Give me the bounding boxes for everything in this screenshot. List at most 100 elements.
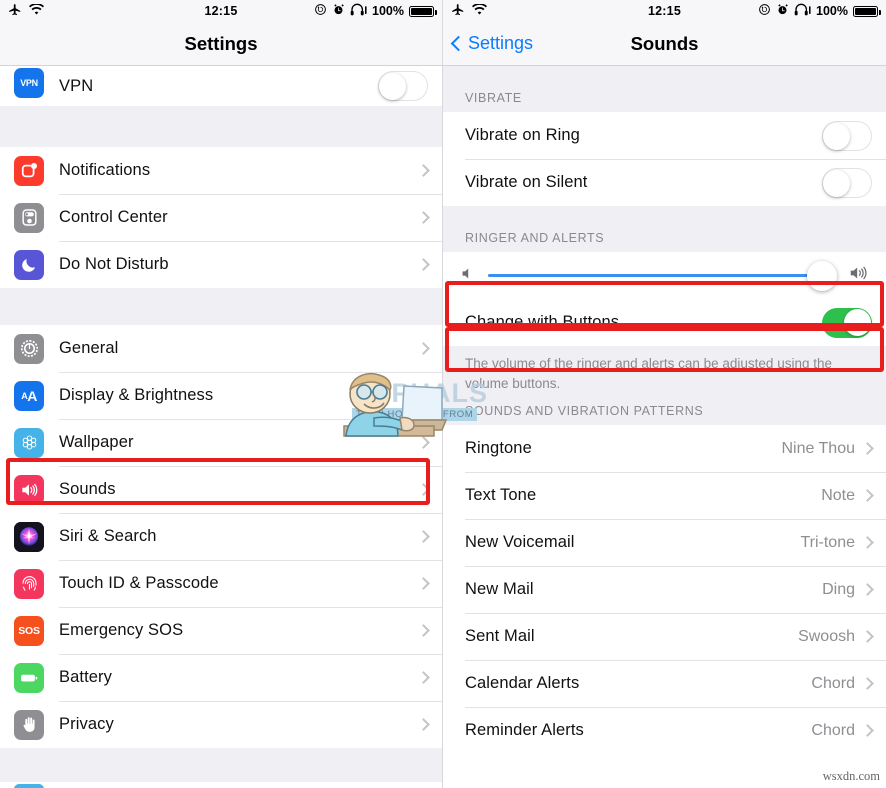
sidebar-item-partial-bottom[interactable]: [0, 782, 442, 788]
row-label: Vibrate on Ring: [465, 126, 580, 144]
notifications-icon: [14, 155, 44, 186]
chevron-right-icon: [861, 677, 874, 690]
page-title-settings: Settings: [184, 32, 258, 54]
row-accessory: Swoosh: [798, 628, 886, 646]
row-label: Vibrate on Silent: [465, 173, 588, 191]
vpn-toggle[interactable]: [378, 71, 428, 101]
chevron-right-icon: [861, 536, 874, 549]
headphones-icon: [350, 3, 367, 19]
ringer-volume-slider-row[interactable]: [443, 252, 886, 299]
patterns-group: Ringtone Nine Thou Text Tone Note New Vo…: [443, 425, 886, 755]
sidebar-item-general[interactable]: General: [0, 325, 442, 372]
change-with-buttons-toggle[interactable]: [822, 307, 872, 338]
chevron-right-icon: [417, 530, 430, 543]
sidebar-item-label: General: [59, 339, 119, 357]
rotation-lock-icon: [314, 3, 327, 19]
headphones-icon: [794, 3, 811, 19]
row-label: Text Tone: [465, 486, 537, 505]
row-value: Nine Thou: [781, 439, 855, 457]
section-header-sounds-vibration-patterns: SOUNDS AND VIBRATION PATTERNS: [443, 395, 886, 426]
status-bar-left: 12:15 100%: [0, 0, 442, 22]
row-value: Chord: [811, 674, 855, 692]
siri-icon: [14, 521, 44, 552]
sidebar-item-do-not-disturb[interactable]: Do Not Disturb: [0, 241, 442, 288]
row-change-with-buttons[interactable]: Change with Buttons: [443, 299, 886, 346]
chevron-right-icon: [861, 583, 874, 596]
sidebar-item-label: Sounds: [59, 480, 116, 498]
row-accessory: [417, 164, 442, 177]
speaker-low-icon: [459, 265, 476, 287]
sidebar-item-label: Notifications: [59, 161, 151, 179]
row-label: New Mail: [465, 580, 534, 599]
right-nav-bar: Settings Sounds: [443, 22, 886, 66]
vibrate-on-ring-toggle[interactable]: [822, 120, 872, 151]
sidebar-item-touch-id-passcode[interactable]: Touch ID & Passcode: [0, 560, 442, 607]
row-label: Ringtone: [465, 439, 532, 458]
row-accessory: Nine Thou: [781, 440, 886, 458]
general-gear-icon: [14, 333, 44, 364]
vpn-row-right: [378, 71, 442, 101]
group-gap-1: [0, 106, 442, 147]
display-brightness-icon: AA: [14, 380, 44, 411]
battery-percent-label: 100%: [372, 4, 404, 18]
row-vibrate-on-silent[interactable]: Vibrate on Silent: [443, 159, 886, 206]
sounds-speaker-icon: [14, 474, 44, 505]
row-new-voicemail[interactable]: New Voicemail Tri-tone: [443, 519, 886, 567]
sidebar-item-label: VPN: [59, 76, 94, 95]
row-accessory: [417, 211, 442, 224]
row-accessory: Chord: [811, 675, 886, 693]
row-accessory: [417, 389, 442, 402]
back-button-settings[interactable]: Settings: [443, 33, 533, 54]
toggle-knob: [379, 73, 406, 101]
sidebar-item-notifications[interactable]: Notifications: [0, 147, 442, 194]
chevron-right-icon: [861, 724, 874, 737]
row-accessory: [417, 258, 442, 271]
row-value: Swoosh: [798, 627, 855, 645]
ringer-section-footer: The volume of the ringer and alerts can …: [443, 346, 886, 396]
row-accessory: Tri-tone: [800, 534, 886, 552]
volume-slider-knob[interactable]: [807, 260, 838, 291]
volume-slider-track[interactable]: [488, 260, 838, 291]
back-button-label: Settings: [468, 33, 534, 53]
row-calendar-alerts[interactable]: Calendar Alerts Chord: [443, 660, 886, 708]
row-reminder-alerts[interactable]: Reminder Alerts Chord: [443, 707, 886, 755]
app-root: 12:15 100% Settings VPN VPN Notification…: [0, 0, 886, 788]
row-accessory: [417, 342, 442, 355]
row-accessory: [822, 307, 886, 338]
row-sent-mail[interactable]: Sent Mail Swoosh: [443, 613, 886, 661]
row-label: Change with Buttons: [465, 313, 620, 331]
row-accessory: [822, 120, 886, 151]
row-value: Tri-tone: [800, 533, 855, 551]
sidebar-item-label: Siri & Search: [59, 527, 157, 545]
battery-full-icon: [853, 5, 881, 17]
sidebar-item-display-brightness[interactable]: AA Display & Brightness: [0, 372, 442, 419]
row-new-mail[interactable]: New Mail Ding: [443, 566, 886, 614]
row-value: Note: [821, 486, 855, 504]
settings-list-panel: 12:15 100% Settings VPN VPN Notification…: [0, 0, 443, 788]
chevron-right-icon: [417, 483, 430, 496]
vibrate-on-silent-toggle[interactable]: [822, 167, 872, 198]
row-text-tone[interactable]: Text Tone Note: [443, 472, 886, 520]
sidebar-item-control-center[interactable]: Control Center: [0, 194, 442, 241]
sidebar-item-label: Battery: [59, 668, 112, 686]
sounds-detail-panel: 12:15 100% Settings Sounds VIBRATE Vibra…: [443, 0, 886, 788]
emergency-sos-icon: SOS: [14, 615, 44, 646]
sidebar-item-vpn[interactable]: VPN VPN: [0, 66, 442, 106]
sidebar-item-emergency-sos[interactable]: SOS Emergency SOS: [0, 607, 442, 654]
sidebar-item-label: Display & Brightness: [59, 386, 214, 404]
row-ringtone[interactable]: Ringtone Nine Thou: [443, 425, 886, 473]
row-accessory: [417, 624, 442, 637]
partial-app-icon: [14, 784, 44, 788]
sidebar-item-wallpaper[interactable]: Wallpaper: [0, 419, 442, 466]
row-vibrate-on-ring[interactable]: Vibrate on Ring: [443, 112, 886, 159]
status-bar-right: 12:15 100%: [443, 0, 886, 22]
sidebar-item-privacy[interactable]: Privacy: [0, 701, 442, 748]
privacy-hand-icon: [14, 709, 44, 740]
row-accessory: [822, 167, 886, 198]
sidebar-item-sounds[interactable]: Sounds: [0, 466, 442, 513]
sidebar-item-label: Wallpaper: [59, 433, 134, 451]
ringer-group: Change with Buttons: [443, 252, 886, 346]
group-gap-2: [0, 288, 442, 325]
sidebar-item-siri-search[interactable]: Siri & Search: [0, 513, 442, 560]
sidebar-item-battery[interactable]: Battery: [0, 654, 442, 701]
